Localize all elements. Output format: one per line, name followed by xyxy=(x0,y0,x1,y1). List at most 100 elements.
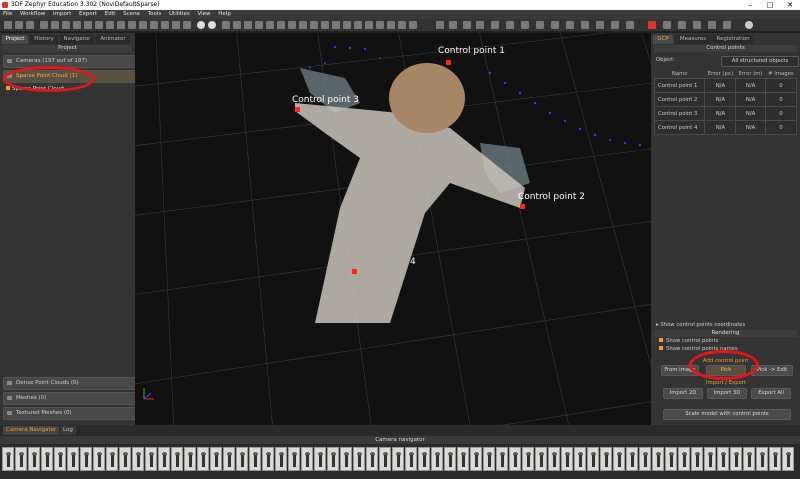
view-side-icon[interactable] xyxy=(183,21,191,29)
tab-camera-navigator[interactable]: Camera Navigator xyxy=(3,426,60,435)
menu-utilities[interactable]: Utilities xyxy=(169,11,190,17)
camera-thumbnail[interactable] xyxy=(652,447,664,471)
show-cp-checkbox[interactable]: Show control points xyxy=(659,338,718,345)
camera-thumbnail[interactable] xyxy=(275,447,287,471)
object-select[interactable]: All structured objects xyxy=(721,56,799,67)
camera-thumbnail[interactable] xyxy=(561,447,573,471)
camera-thumbnail[interactable] xyxy=(457,447,469,471)
rotate-icon[interactable] xyxy=(208,21,216,29)
crop-icon[interactable] xyxy=(288,21,296,29)
maximize-icon[interactable]: □ xyxy=(760,0,780,10)
render-icon[interactable] xyxy=(117,21,125,29)
table-row[interactable]: Control point 3 N/A N/A 0 xyxy=(653,106,798,121)
wireframe-icon[interactable] xyxy=(95,21,103,29)
tool-a-icon[interactable] xyxy=(463,21,471,29)
select-icon[interactable] xyxy=(266,21,274,29)
camera-thumbnail[interactable] xyxy=(119,447,131,471)
camera-thumbnail[interactable] xyxy=(223,447,235,471)
camera-thumbnail[interactable] xyxy=(249,447,261,471)
pan-icon[interactable] xyxy=(222,21,230,29)
camera-thumbnail[interactable] xyxy=(535,447,547,471)
cameras-item[interactable]: Cameras (197 out of 197) xyxy=(3,55,146,68)
camera-thumbnail[interactable] xyxy=(626,447,638,471)
camera-thumbnail[interactable] xyxy=(262,447,274,471)
camera-thumbnail[interactable] xyxy=(210,447,222,471)
texture-tool-icon[interactable] xyxy=(84,21,92,29)
camera-thumbnail[interactable] xyxy=(730,447,742,471)
cam-list-icon[interactable] xyxy=(321,21,329,29)
menu-file[interactable]: File xyxy=(3,11,12,17)
axis-icon[interactable] xyxy=(139,21,147,29)
camera-thumbnail[interactable] xyxy=(717,447,729,471)
save-project-icon[interactable] xyxy=(26,21,34,29)
camera-thumbnail[interactable] xyxy=(613,447,625,471)
zoom-icon[interactable] xyxy=(233,21,241,29)
mesh-tool-icon[interactable] xyxy=(62,21,70,29)
col-name[interactable]: Name xyxy=(655,69,705,79)
camera-thumbnail[interactable] xyxy=(171,447,183,471)
tab-registration[interactable]: Registration xyxy=(713,35,753,44)
camera-thumbnail[interactable] xyxy=(639,447,651,471)
camera-thumbnail[interactable] xyxy=(288,447,300,471)
camera-thumbnail[interactable] xyxy=(431,447,443,471)
camera-thumbnail[interactable] xyxy=(587,447,599,471)
col-error-m[interactable]: Error (m) xyxy=(736,69,765,79)
table-row[interactable]: Control point 1 N/A N/A 0 xyxy=(653,78,798,93)
orbit-icon[interactable] xyxy=(197,21,205,29)
cam-filter-icon[interactable] xyxy=(332,21,340,29)
col-error-px[interactable]: Error (px) xyxy=(705,69,736,79)
cam-show-icon[interactable] xyxy=(343,21,351,29)
camera-thumbnail[interactable] xyxy=(93,447,105,471)
camera-thumbnail[interactable] xyxy=(54,447,66,471)
dense-clouds-item[interactable]: Dense Point Clouds (0) xyxy=(3,377,146,390)
bbox-icon[interactable] xyxy=(150,21,158,29)
view-front-icon[interactable] xyxy=(161,21,169,29)
close-icon[interactable]: ✕ xyxy=(780,0,800,10)
camera-thumbnail[interactable] xyxy=(132,447,144,471)
ortho-icon[interactable] xyxy=(409,21,417,29)
texture-gen-icon[interactable] xyxy=(398,21,406,29)
tool-n-icon[interactable] xyxy=(663,21,671,29)
scale-model-button[interactable]: Scale model with control points xyxy=(663,409,791,420)
camera-thumbnail[interactable] xyxy=(743,447,755,471)
menu-edit[interactable]: Edit xyxy=(105,11,116,17)
camera-thumbnail[interactable] xyxy=(405,447,417,471)
menu-import[interactable]: Import xyxy=(53,11,71,17)
tool-q-icon[interactable] xyxy=(708,21,716,29)
camera-thumbnail[interactable] xyxy=(756,447,768,471)
tool-g-icon[interactable] xyxy=(551,21,559,29)
3d-viewport[interactable]: Control point 1 Control point 2 Control … xyxy=(135,33,651,425)
menu-help[interactable]: Help xyxy=(218,11,231,17)
camera-thumbnail[interactable] xyxy=(470,447,482,471)
camera-thumbnail[interactable] xyxy=(41,447,53,471)
undo-icon[interactable] xyxy=(436,21,444,29)
tool-c-icon[interactable] xyxy=(491,21,499,29)
camera-thumbnail[interactable] xyxy=(522,447,534,471)
measure-icon[interactable] xyxy=(255,21,263,29)
camera-thumbnail[interactable] xyxy=(314,447,326,471)
tool-r-icon[interactable] xyxy=(723,21,731,29)
camera-thumbnail[interactable] xyxy=(28,447,40,471)
control-point-3-marker[interactable] xyxy=(295,107,300,112)
camera-thumbnail[interactable] xyxy=(678,447,690,471)
show-coords-toggle[interactable]: ▸ Show control points coordinates xyxy=(656,322,745,329)
tab-history[interactable]: History xyxy=(30,35,58,44)
tool-i-icon[interactable] xyxy=(581,21,589,29)
camera-thumbnail[interactable] xyxy=(353,447,365,471)
tool-j-icon[interactable] xyxy=(596,21,604,29)
table-row[interactable]: Control point 4 N/A N/A 0 xyxy=(653,120,798,135)
view-top-icon[interactable] xyxy=(172,21,180,29)
points-tool-icon[interactable] xyxy=(73,21,81,29)
table-row[interactable]: Control point 2 N/A N/A 0 xyxy=(653,92,798,107)
camera-tool-icon[interactable] xyxy=(40,21,48,29)
camera-thumbnail[interactable] xyxy=(197,447,209,471)
menu-view[interactable]: View xyxy=(197,11,210,17)
tool-k-icon[interactable] xyxy=(611,21,619,29)
fit-view-icon[interactable] xyxy=(299,21,307,29)
camera-thumbnail[interactable] xyxy=(782,447,794,471)
meshes-item[interactable]: Meshes (0) xyxy=(3,392,146,405)
tool-b-icon[interactable] xyxy=(476,21,484,29)
tab-measures[interactable]: Measures xyxy=(675,35,711,44)
point-cloud-scene[interactable] xyxy=(135,33,651,425)
lighting-icon[interactable] xyxy=(128,21,136,29)
